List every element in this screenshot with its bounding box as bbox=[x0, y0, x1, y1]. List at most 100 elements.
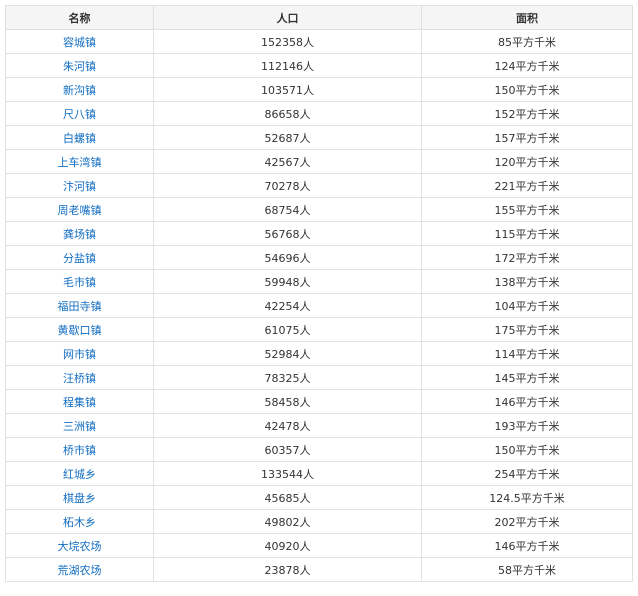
population-cell: 86658人 bbox=[153, 101, 422, 126]
name-cell: 荒湖农场 bbox=[5, 557, 154, 582]
table-row: 汴河镇 70278人 221平方千米 bbox=[5, 173, 633, 198]
table-row: 荒湖农场 23878人 58平方千米 bbox=[5, 557, 633, 582]
population-cell: 42567人 bbox=[153, 149, 422, 174]
header-name: 名称 bbox=[5, 5, 154, 30]
table-row: 上车湾镇 42567人 120平方千米 bbox=[5, 149, 633, 174]
town-link[interactable]: 福田寺镇 bbox=[58, 300, 102, 313]
town-link[interactable]: 尺八镇 bbox=[63, 108, 96, 121]
table-row: 棋盘乡 45685人 124.5平方千米 bbox=[5, 485, 633, 510]
town-link[interactable]: 棋盘乡 bbox=[63, 492, 96, 505]
population-cell: 133544人 bbox=[153, 461, 422, 486]
area-cell: 254平方千米 bbox=[421, 461, 633, 486]
population-cell: 112146人 bbox=[153, 53, 422, 78]
town-link[interactable]: 毛市镇 bbox=[63, 276, 96, 289]
population-cell: 40920人 bbox=[153, 533, 422, 558]
town-link[interactable]: 龚场镇 bbox=[63, 228, 96, 241]
table-row: 容城镇 152358人 85平方千米 bbox=[5, 29, 633, 54]
area-cell: 157平方千米 bbox=[421, 125, 633, 150]
town-link[interactable]: 容城镇 bbox=[63, 36, 96, 49]
area-cell: 85平方千米 bbox=[421, 29, 633, 54]
town-link[interactable]: 白螺镇 bbox=[63, 132, 96, 145]
area-cell: 104平方千米 bbox=[421, 293, 633, 318]
table-row: 福田寺镇 42254人 104平方千米 bbox=[5, 293, 633, 318]
table-row: 柘木乡 49802人 202平方千米 bbox=[5, 509, 633, 534]
table-row: 尺八镇 86658人 152平方千米 bbox=[5, 101, 633, 126]
name-cell: 棋盘乡 bbox=[5, 485, 154, 510]
population-cell: 59948人 bbox=[153, 269, 422, 294]
name-cell: 毛市镇 bbox=[5, 269, 154, 294]
table-row: 汪桥镇 78325人 145平方千米 bbox=[5, 365, 633, 390]
town-link[interactable]: 新沟镇 bbox=[63, 84, 96, 97]
town-link[interactable]: 桥市镇 bbox=[63, 444, 96, 457]
area-cell: 155平方千米 bbox=[421, 197, 633, 222]
town-link[interactable]: 荒湖农场 bbox=[58, 564, 102, 577]
population-cell: 45685人 bbox=[153, 485, 422, 510]
area-cell: 172平方千米 bbox=[421, 245, 633, 270]
name-cell: 三洲镇 bbox=[5, 413, 154, 438]
name-cell: 新沟镇 bbox=[5, 77, 154, 102]
town-link[interactable]: 大垸农场 bbox=[58, 540, 102, 553]
name-cell: 上车湾镇 bbox=[5, 149, 154, 174]
table-row: 红城乡 133544人 254平方千米 bbox=[5, 461, 633, 486]
population-cell: 103571人 bbox=[153, 77, 422, 102]
area-cell: 150平方千米 bbox=[421, 77, 633, 102]
table-container: 名称 人口 面积 容城镇 152358人 85平方千米 朱河镇 112146人 124平方… bbox=[5, 5, 633, 582]
name-cell: 福田寺镇 bbox=[5, 293, 154, 318]
table-row: 大垸农场 40920人 146平方千米 bbox=[5, 533, 633, 558]
name-cell: 周老嘴镇 bbox=[5, 197, 154, 222]
table-row: 网市镇 52984人 114平方千米 bbox=[5, 341, 633, 366]
population-cell: 60357人 bbox=[153, 437, 422, 462]
area-cell: 120平方千米 bbox=[421, 149, 633, 174]
population-cell: 23878人 bbox=[153, 557, 422, 582]
town-link[interactable]: 汪桥镇 bbox=[63, 372, 96, 385]
population-cell: 152358人 bbox=[153, 29, 422, 54]
town-link[interactable]: 柘木乡 bbox=[63, 516, 96, 529]
population-cell: 56768人 bbox=[153, 221, 422, 246]
town-link[interactable]: 周老嘴镇 bbox=[58, 204, 102, 217]
table-row: 龚场镇 56768人 115平方千米 bbox=[5, 221, 633, 246]
population-cell: 54696人 bbox=[153, 245, 422, 270]
area-cell: 146平方千米 bbox=[421, 533, 633, 558]
population-cell: 52687人 bbox=[153, 125, 422, 150]
table-row: 桥市镇 60357人 150平方千米 bbox=[5, 437, 633, 462]
area-cell: 145平方千米 bbox=[421, 365, 633, 390]
population-cell: 42254人 bbox=[153, 293, 422, 318]
name-cell: 尺八镇 bbox=[5, 101, 154, 126]
town-link[interactable]: 程集镇 bbox=[63, 396, 96, 409]
table-row: 分盐镇 54696人 172平方千米 bbox=[5, 245, 633, 270]
name-cell: 桥市镇 bbox=[5, 437, 154, 462]
name-cell: 柘木乡 bbox=[5, 509, 154, 534]
table-row: 朱河镇 112146人 124平方千米 bbox=[5, 53, 633, 78]
area-cell: 138平方千米 bbox=[421, 269, 633, 294]
town-link[interactable]: 分盐镇 bbox=[63, 252, 96, 265]
area-cell: 146平方千米 bbox=[421, 389, 633, 414]
name-cell: 程集镇 bbox=[5, 389, 154, 414]
table-row: 程集镇 58458人 146平方千米 bbox=[5, 389, 633, 414]
table-row: 周老嘴镇 68754人 155平方千米 bbox=[5, 197, 633, 222]
table-row: 三洲镇 42478人 193平方千米 bbox=[5, 413, 633, 438]
town-data-table: 名称 人口 面积 容城镇 152358人 85平方千米 朱河镇 112146人 124平方… bbox=[5, 5, 633, 582]
population-cell: 42478人 bbox=[153, 413, 422, 438]
name-cell: 大垸农场 bbox=[5, 533, 154, 558]
town-link[interactable]: 朱河镇 bbox=[63, 60, 96, 73]
table-body: 容城镇 152358人 85平方千米 朱河镇 112146人 124平方千米 新沟镇 1035… bbox=[5, 29, 633, 582]
town-link[interactable]: 黄歇口镇 bbox=[58, 324, 102, 337]
name-cell: 汴河镇 bbox=[5, 173, 154, 198]
town-link[interactable]: 红城乡 bbox=[63, 468, 96, 481]
name-cell: 汪桥镇 bbox=[5, 365, 154, 390]
area-cell: 124.5平方千米 bbox=[421, 485, 633, 510]
name-cell: 龚场镇 bbox=[5, 221, 154, 246]
town-link[interactable]: 上车湾镇 bbox=[58, 156, 102, 169]
town-link[interactable]: 三洲镇 bbox=[63, 420, 96, 433]
area-cell: 58平方千米 bbox=[421, 557, 633, 582]
town-link[interactable]: 网市镇 bbox=[63, 348, 96, 361]
population-cell: 61075人 bbox=[153, 317, 422, 342]
area-cell: 202平方千米 bbox=[421, 509, 633, 534]
name-cell: 朱河镇 bbox=[5, 53, 154, 78]
town-link[interactable]: 汴河镇 bbox=[63, 180, 96, 193]
name-cell: 容城镇 bbox=[5, 29, 154, 54]
name-cell: 红城乡 bbox=[5, 461, 154, 486]
table-header: 名称 人口 面积 bbox=[5, 5, 633, 30]
area-cell: 152平方千米 bbox=[421, 101, 633, 126]
name-cell: 网市镇 bbox=[5, 341, 154, 366]
